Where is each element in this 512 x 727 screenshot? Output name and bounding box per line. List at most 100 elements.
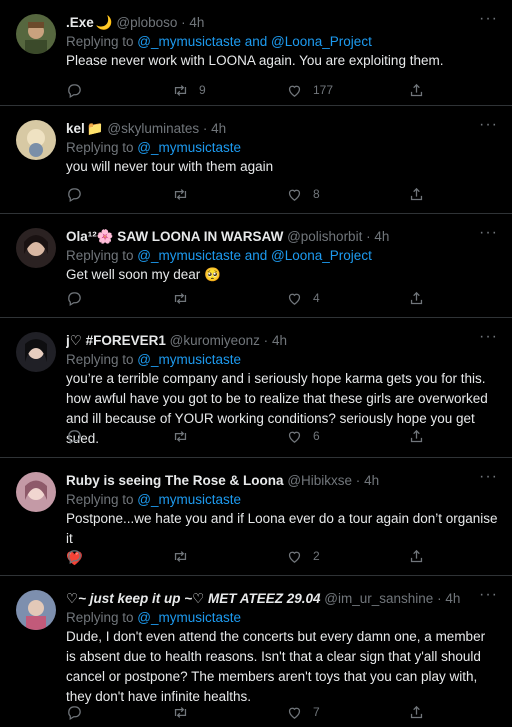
display-name[interactable]: Ola¹²🌸 SAW LOONA IN WARSAW — [66, 229, 283, 244]
replying-to-link[interactable]: @_mymusictaste — [137, 140, 241, 155]
replying-to-label: Replying to — [66, 34, 138, 49]
timestamp[interactable]: 4h — [211, 121, 226, 136]
handle[interactable]: @ploboso — [116, 15, 177, 30]
reply-button[interactable] — [66, 426, 93, 446]
share-icon — [410, 705, 423, 718]
timestamp[interactable]: 4h — [364, 473, 379, 488]
retweet-button[interactable] — [172, 702, 199, 722]
reply-button[interactable] — [66, 702, 93, 722]
more-options-button[interactable]: ··· — [479, 329, 498, 345]
heart-icon — [288, 293, 301, 305]
reply-icon — [68, 705, 81, 720]
replying-to: Replying to @_mymusictaste and @Loona_Pr… — [66, 32, 498, 51]
reply-button[interactable] — [66, 288, 93, 308]
separator-dot: · — [181, 15, 186, 30]
separator-dot: · — [366, 229, 371, 244]
tweet[interactable]: Ruby is seeing The Rose & Loona @Hibikxs… — [0, 458, 512, 576]
tweet-actions: 2 — [66, 546, 446, 566]
like-button[interactable]: 7 — [286, 702, 320, 722]
retweet-button[interactable] — [172, 546, 199, 566]
more-options-button[interactable]: ··· — [479, 11, 498, 27]
tweet-text: Get well soon my dear 🥺 — [66, 267, 221, 282]
like-button[interactable]: 8 — [286, 184, 320, 204]
retweet-icon — [174, 430, 187, 442]
retweet-button[interactable] — [172, 184, 199, 204]
share-icon — [410, 187, 423, 200]
reply-button[interactable] — [66, 546, 93, 566]
replying-to-link[interactable]: @_mymusictaste and @Loona_Project — [137, 34, 372, 49]
replying-to-link[interactable]: @_mymusictaste — [137, 492, 241, 507]
separator-dot: · — [263, 333, 269, 348]
like-count: 8 — [313, 187, 320, 201]
avatar[interactable] — [16, 228, 56, 268]
display-name[interactable]: Ruby is seeing The Rose & Loona — [66, 473, 284, 488]
timestamp[interactable]: 4h — [189, 15, 204, 30]
handle[interactable]: @kuromiyeonz — [170, 333, 260, 348]
handle[interactable]: @skyluminates — [107, 121, 199, 136]
like-count: 4 — [313, 291, 320, 305]
reply-icon — [68, 291, 81, 306]
share-button[interactable] — [408, 184, 425, 204]
tweet-text: Dude, I don't even attend the concerts b… — [66, 629, 486, 704]
handle[interactable]: @Hibikxse — [287, 473, 352, 488]
tweet[interactable]: Ola¹²🌸 SAW LOONA IN WARSAW @polishorbit … — [0, 214, 512, 318]
retweet-button[interactable]: 9 — [172, 80, 206, 100]
like-button[interactable]: 2 — [286, 546, 320, 566]
replying-to: Replying to @_mymusictaste — [66, 350, 498, 369]
avatar[interactable] — [16, 120, 56, 160]
name-emoji: 🌙 — [95, 15, 113, 30]
tweet-text: you will never tour with them again — [66, 159, 274, 174]
replying-to-label: Replying to — [66, 248, 138, 263]
tweet[interactable]: j♡ #FOREVER1 @kuromiyeonz · 4h Replying … — [0, 318, 512, 458]
tweet[interactable]: ♡~ just keep it up ~♡ MET ATEEZ 29.04 @i… — [0, 576, 512, 727]
timestamp[interactable]: 4h — [272, 333, 287, 348]
like-count: 6 — [313, 429, 320, 443]
like-button[interactable]: 4 — [286, 288, 320, 308]
like-button[interactable]: 177 — [286, 80, 333, 100]
more-options-button[interactable]: ··· — [479, 469, 498, 485]
avatar[interactable] — [16, 472, 56, 512]
tweet[interactable]: kel 📁 @skyluminates · 4h Replying to @_my… — [0, 106, 512, 214]
more-options-button[interactable]: ··· — [479, 587, 498, 603]
tweet[interactable]: .Exe 🌙 @ploboso · 4h Replying to @_mymusi… — [0, 0, 512, 106]
retweet-icon — [174, 188, 187, 200]
share-button[interactable] — [408, 426, 425, 446]
retweet-button[interactable] — [172, 426, 199, 446]
avatar[interactable] — [16, 590, 56, 630]
heart-icon — [288, 551, 301, 563]
replying-to-label: Replying to — [66, 492, 138, 507]
timestamp[interactable]: 4h — [445, 591, 460, 606]
share-icon — [410, 429, 423, 442]
reply-button[interactable] — [66, 184, 93, 204]
share-button[interactable] — [408, 288, 425, 308]
replying-to-label: Replying to — [66, 140, 138, 155]
handle[interactable]: @im_ur_sanshine — [324, 591, 433, 606]
name-emoji: 📁 — [86, 121, 104, 136]
avatar[interactable] — [16, 332, 56, 372]
handle[interactable]: @polishorbit — [287, 229, 362, 244]
tweet-actions: 9 177 — [66, 80, 446, 100]
heart-icon — [288, 189, 301, 201]
display-name[interactable]: j♡ #FOREVER1 — [66, 333, 166, 348]
display-name[interactable]: kel — [66, 121, 85, 136]
display-name[interactable]: ♡~ just keep it up ~♡ MET ATEEZ 29.04 — [66, 591, 321, 606]
reply-icon — [68, 429, 81, 444]
replying-to: Replying to @_mymusictaste and @Loona_Pr… — [66, 246, 498, 265]
share-button[interactable] — [408, 546, 425, 566]
tweet-actions: 4 — [66, 288, 446, 308]
more-options-button[interactable]: ··· — [479, 117, 498, 133]
replying-to-link[interactable]: @_mymusictaste — [137, 352, 241, 367]
more-options-button[interactable]: ··· — [479, 225, 498, 241]
share-button[interactable] — [408, 702, 425, 722]
replying-to-link[interactable]: @_mymusictaste — [137, 610, 241, 625]
timestamp[interactable]: 4h — [374, 229, 389, 244]
avatar[interactable] — [16, 14, 56, 54]
like-button[interactable]: 6 — [286, 426, 320, 446]
reply-icon — [68, 549, 81, 564]
display-name[interactable]: .Exe — [66, 15, 94, 30]
share-button[interactable] — [408, 80, 425, 100]
retweet-button[interactable] — [172, 288, 199, 308]
replying-to-link[interactable]: @_mymusictaste and @Loona_Project — [137, 248, 372, 263]
reply-button[interactable] — [66, 80, 93, 100]
replying-to-label: Replying to — [66, 610, 138, 625]
